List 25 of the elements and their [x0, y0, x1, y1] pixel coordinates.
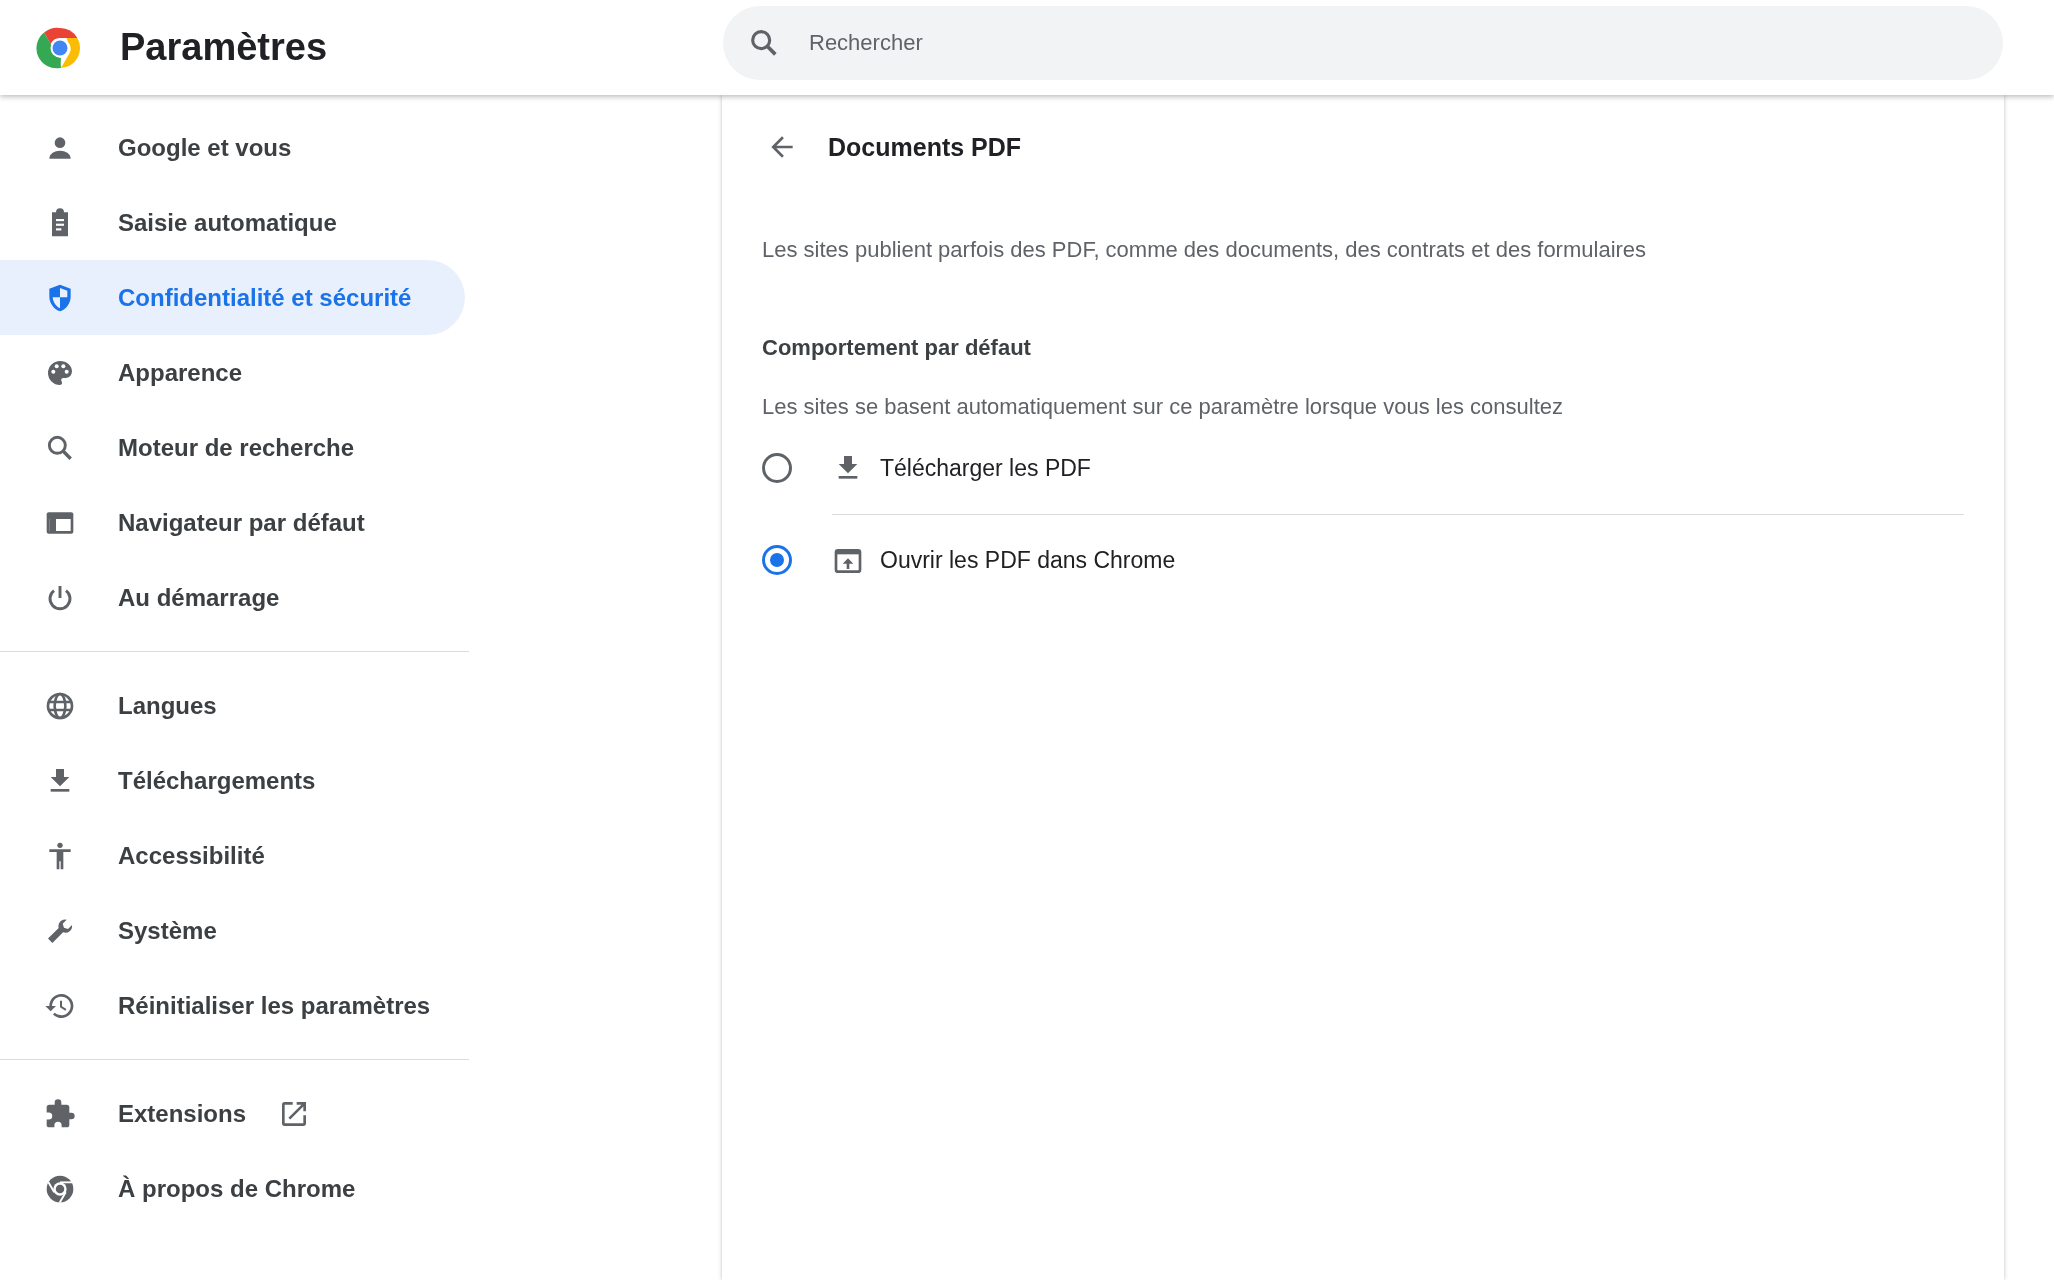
page-heading: Documents PDF	[828, 132, 1022, 162]
radio-button[interactable]	[762, 453, 792, 483]
sidebar-item[interactable]: Réinitialiser les paramètres	[0, 968, 465, 1043]
sidebar-item[interactable]: À propos de Chrome	[0, 1151, 465, 1226]
sidebar-item[interactable]: Apparence	[0, 335, 465, 410]
sidebar-item[interactable]: Système	[0, 893, 465, 968]
section-description: Les sites se basent automatiquement sur ce paramètre lorsque vous les consultez	[762, 394, 1564, 420]
sidebar-item[interactable]: Accessibilité	[0, 818, 465, 893]
radio-button[interactable]	[762, 545, 792, 575]
option-label: Télécharger les PDF	[880, 454, 1091, 482]
section-heading: Comportement par défaut	[762, 335, 1032, 361]
sidebar-item[interactable]: Confidentialité et sécurité	[0, 260, 465, 335]
option-label: Ouvrir les PDF dans Chrome	[880, 547, 1176, 574]
sidebar-item[interactable]: Google et vous	[0, 110, 465, 185]
sidebar-item[interactable]: Extensions	[0, 1076, 465, 1151]
sidebar-item[interactable]: Moteur de recherche	[0, 410, 465, 485]
sidebar-item[interactable]: Téléchargements	[0, 743, 465, 818]
sidebar-item[interactable]: Navigateur par défaut	[0, 485, 465, 560]
sidebar-item[interactable]: Au démarrage	[0, 560, 465, 635]
page-title: Paramètres	[120, 26, 328, 69]
description-text: Les sites publient parfois des PDF, comme des documents, des contrats et des formulaires	[762, 237, 1648, 263]
puzzle-icon	[44, 1097, 76, 1130]
sidebar-item[interactable]: Saisie automatique	[0, 185, 465, 260]
search-field[interactable]: Rechercher	[723, 5, 2003, 80]
sidebar-item[interactable]: Langues	[0, 668, 465, 743]
